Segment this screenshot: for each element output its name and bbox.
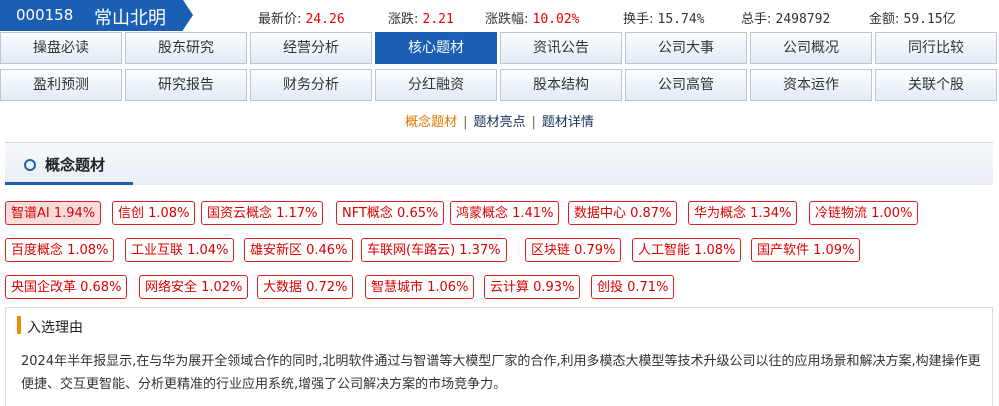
stat-latest-price: 最新价: 24.26 — [258, 8, 345, 27]
concept-tag[interactable]: 网络安全 1.02% — [139, 275, 249, 299]
concept-tag[interactable]: 国资云概念 1.17% — [201, 201, 324, 225]
sub-navigation: 概念题材 | 题材亮点 | 题材详情 — [0, 112, 999, 134]
stat-label: 换手: — [623, 12, 654, 27]
tab-forecast[interactable]: 盈利预测 — [0, 69, 122, 101]
tab-core-theme[interactable]: 核心题材 — [375, 32, 497, 64]
tab-dividend[interactable]: 分红融资 — [375, 69, 497, 101]
subnav-divider: | — [463, 115, 468, 130]
stat-label: 涨跌幅: — [485, 12, 529, 27]
accent-bar — [17, 316, 21, 334]
stat-value: 2498792 — [775, 12, 831, 27]
tab-news[interactable]: 资讯公告 — [500, 32, 622, 64]
stat-value: 59.15亿 — [903, 12, 956, 27]
concept-tag[interactable]: 区块链 0.79% — [525, 238, 622, 262]
concept-tag[interactable]: 车联网(车路云) 1.37% — [361, 238, 507, 262]
stat-turnover: 换手: 15.74% — [623, 8, 705, 27]
subnav-concept[interactable]: 概念题材 — [405, 115, 457, 130]
stat-label: 金额: — [869, 12, 900, 27]
tab-executives[interactable]: 公司高管 — [625, 69, 747, 101]
concept-tag[interactable]: 冷链物流 1.00% — [809, 201, 919, 225]
concept-tag[interactable]: 智慧城市 1.06% — [365, 275, 475, 299]
stock-header: 000158 常山北明 最新价: 24.26 涨跌: 2.21 涨跌幅: 10.… — [0, 0, 999, 31]
concept-tag[interactable]: 大数据 0.72% — [257, 275, 354, 299]
stat-value: 10.02% — [532, 12, 580, 27]
concept-tag[interactable]: 国产软件 1.09% — [751, 238, 861, 262]
stat-value: 24.26 — [305, 12, 345, 27]
panel-title: 概念题材 — [45, 156, 106, 174]
circle-icon — [24, 159, 36, 171]
tab-finance[interactable]: 财务分析 — [250, 69, 372, 101]
tab-profile[interactable]: 公司概况 — [750, 32, 872, 64]
concept-tag[interactable]: 雄安新区 0.46% — [244, 238, 354, 262]
concept-tag[interactable]: 智谱AI 1.94% — [5, 201, 102, 225]
concept-tag[interactable]: 华为概念 1.34% — [688, 201, 798, 225]
selection-reason-panel: 入选理由 2024年半年报显示,在与华为展开全领域合作的同时,北明软件通过与智谱… — [5, 307, 993, 406]
subnav-divider: | — [531, 115, 536, 130]
tab-events[interactable]: 公司大事 — [625, 32, 747, 64]
concept-tag[interactable]: 百度概念 1.08% — [5, 238, 115, 262]
stat-change: 涨跌: 2.21 — [388, 8, 454, 27]
tab-shareholder[interactable]: 股东研究 — [125, 32, 247, 64]
tab-research[interactable]: 研究报告 — [125, 69, 247, 101]
tab-operation[interactable]: 经营分析 — [250, 32, 372, 64]
stat-amount: 金额: 59.15亿 — [869, 8, 956, 27]
tab-peers[interactable]: 同行比较 — [875, 32, 997, 64]
stat-label: 涨跌: — [388, 12, 419, 27]
stock-identity: 000158 常山北明 — [0, 0, 193, 31]
reason-text: 2024年半年报显示,在与华为展开全领域合作的同时,北明软件通过与智谱等大模型厂… — [21, 354, 981, 392]
reason-title: 入选理由 — [27, 320, 83, 336]
concept-panel-header: 概念题材 — [5, 142, 993, 185]
stat-change-pct: 涨跌幅: 10.02% — [485, 8, 580, 27]
stat-volume: 总手: 2498792 — [741, 8, 830, 27]
stock-code: 000158 — [16, 6, 74, 24]
concept-tag[interactable]: 人工智能 1.08% — [632, 238, 742, 262]
concept-tag[interactable]: NFT概念 0.65% — [336, 201, 445, 225]
tab-caopan[interactable]: 操盘必读 — [0, 32, 122, 64]
concept-tag[interactable]: 鸿蒙概念 1.41% — [450, 201, 560, 225]
nav-row-1: 操盘必读 股东研究 经营分析 核心题材 资讯公告 公司大事 公司概况 同行比较 — [0, 32, 999, 64]
tab-related[interactable]: 关联个股 — [875, 69, 997, 101]
tab-capital[interactable]: 资本运作 — [750, 69, 872, 101]
subnav-highlights[interactable]: 题材亮点 — [473, 115, 525, 130]
concept-tag[interactable]: 央国企改革 0.68% — [5, 275, 128, 299]
stat-value: 15.74% — [657, 12, 705, 27]
stat-label: 最新价: — [258, 12, 302, 27]
tab-equity[interactable]: 股本结构 — [500, 69, 622, 101]
concept-tag[interactable]: 工业互联 1.04% — [125, 238, 235, 262]
stock-name: 常山北明 — [94, 8, 166, 29]
concept-tag[interactable]: 云计算 0.93% — [484, 275, 581, 299]
concept-tag[interactable]: 信创 1.08% — [112, 201, 196, 225]
concept-tag[interactable]: 创投 0.71% — [591, 275, 675, 299]
nav-row-2: 盈利预测 研究报告 财务分析 分红融资 股本结构 公司高管 资本运作 关联个股 — [0, 69, 999, 101]
subnav-details[interactable]: 题材详情 — [542, 115, 594, 130]
concept-tag[interactable]: 数据中心 0.87% — [568, 201, 678, 225]
stat-label: 总手: — [741, 12, 772, 27]
stat-value: 2.21 — [422, 12, 454, 27]
